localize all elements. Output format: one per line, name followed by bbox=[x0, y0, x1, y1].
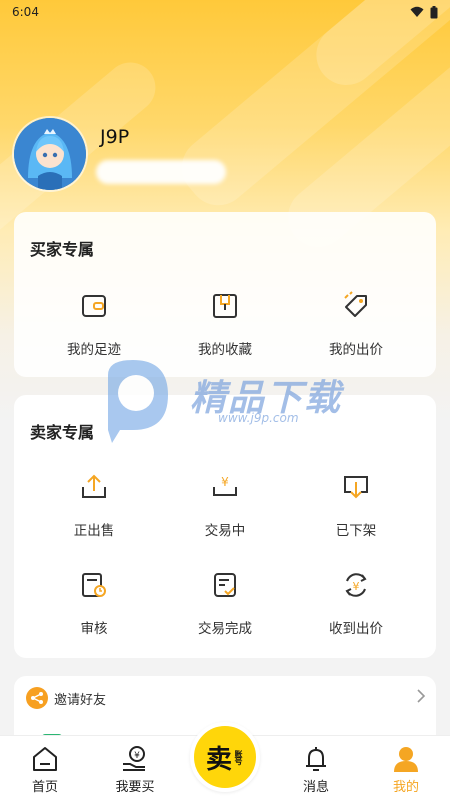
grid-label: 正出售 bbox=[73, 523, 115, 539]
status-bar: 6:04 bbox=[0, 0, 450, 24]
collection-icon bbox=[213, 294, 237, 318]
grid-label: 我的收藏 bbox=[198, 342, 252, 358]
received-offer-icon: ¥ bbox=[345, 573, 367, 597]
grid-label: 审核 bbox=[80, 621, 108, 637]
grid-label: 收到出价 bbox=[329, 621, 383, 637]
sell-account-button[interactable]: 卖 账号 bbox=[190, 722, 260, 792]
trading-icon: ¥ bbox=[213, 475, 237, 496]
wifi-icon bbox=[410, 6, 424, 17]
svg-text:¥: ¥ bbox=[134, 751, 140, 761]
nav-label: 消息 bbox=[302, 780, 329, 795]
buy-icon: ¥ bbox=[123, 746, 145, 771]
username: J9P bbox=[100, 126, 130, 148]
nav-label: 首页 bbox=[31, 780, 58, 795]
footprint-icon bbox=[82, 295, 106, 317]
sell-button-main-label: 卖 bbox=[205, 744, 232, 775]
nav-home[interactable]: 首页 bbox=[5, 744, 85, 795]
sell-button-sub-label: 账号 bbox=[234, 750, 243, 764]
share-icon bbox=[26, 687, 48, 709]
battery-icon bbox=[430, 5, 438, 18]
grid-label: 我的足迹 bbox=[67, 342, 121, 358]
profile-icon bbox=[394, 747, 418, 772]
my-collection-item[interactable]: 我的收藏 bbox=[155, 290, 295, 358]
received-offer-item[interactable]: ¥ 收到出价 bbox=[286, 569, 426, 637]
completed-item[interactable]: 交易完成 bbox=[155, 569, 295, 637]
grid-label: 交易中 bbox=[204, 523, 246, 539]
buyer-section-title: 买家专属 bbox=[30, 240, 95, 259]
invite-friends-label: 邀请好友 bbox=[54, 692, 107, 708]
nav-profile[interactable]: 我的 bbox=[366, 744, 446, 795]
grid-label: 已下架 bbox=[335, 523, 377, 539]
avatar[interactable] bbox=[14, 118, 86, 190]
seller-section-title: 卖家专属 bbox=[30, 423, 95, 442]
chevron-right-icon bbox=[417, 689, 426, 703]
buyer-section-card: 买家专属 我的足迹 我的收藏 我的出价 bbox=[14, 212, 436, 377]
my-footprint-item[interactable]: 我的足迹 bbox=[24, 290, 164, 358]
nav-messages[interactable]: 消息 bbox=[276, 744, 356, 795]
seller-section-card: 卖家专属 正出售 ¥ 交易中 已下架 审核 交易完成 ¥ 收到出价 bbox=[14, 395, 436, 658]
my-bid-item[interactable]: 我的出价 bbox=[286, 290, 426, 358]
on-sale-item[interactable]: 正出售 bbox=[24, 471, 164, 539]
delisted-item[interactable]: 已下架 bbox=[286, 471, 426, 539]
delisted-icon bbox=[344, 476, 368, 499]
svg-text:¥: ¥ bbox=[221, 475, 229, 489]
grid-label: 交易完成 bbox=[198, 621, 252, 637]
nav-label: 我要买 bbox=[115, 780, 155, 795]
svg-text:¥: ¥ bbox=[353, 580, 360, 593]
upload-icon bbox=[82, 474, 106, 498]
grid-label: 我的出价 bbox=[329, 342, 383, 358]
nav-label: 我的 bbox=[392, 780, 419, 795]
bell-icon bbox=[306, 747, 326, 771]
review-icon bbox=[82, 573, 106, 597]
price-tag-icon bbox=[344, 291, 367, 317]
nav-buy[interactable]: ¥ 我要买 bbox=[95, 744, 175, 795]
review-item[interactable]: 审核 bbox=[24, 569, 164, 637]
invite-friends-row[interactable]: 邀请好友 bbox=[26, 686, 426, 710]
home-icon bbox=[33, 747, 57, 771]
completed-icon bbox=[214, 573, 236, 597]
trading-item[interactable]: ¥ 交易中 bbox=[155, 471, 295, 539]
user-id-redacted bbox=[96, 160, 226, 184]
status-time: 6:04 bbox=[12, 5, 39, 19]
